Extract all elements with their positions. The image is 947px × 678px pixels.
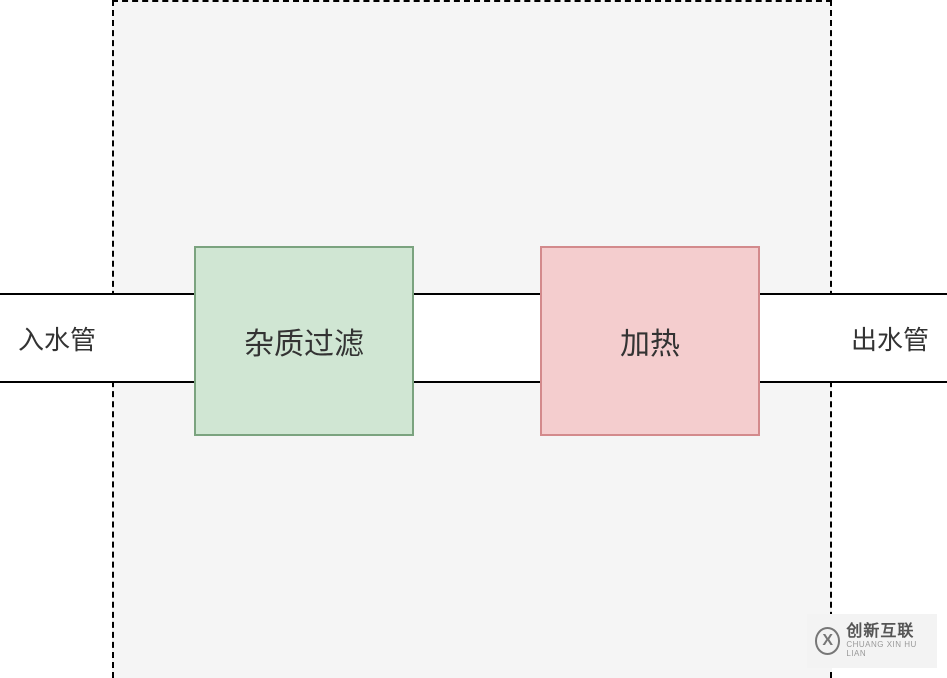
watermark-logo-icon: X (815, 627, 840, 655)
system-container-top-border (112, 0, 832, 2)
filter-stage-label: 杂质过滤 (244, 319, 364, 363)
filter-stage-box: 杂质过滤 (194, 246, 414, 436)
watermark-logo-text: X (822, 632, 833, 650)
outlet-pipe-label: 出水管 (851, 320, 929, 357)
heat-stage-label: 加热 (620, 319, 680, 363)
heat-stage-box: 加热 (540, 246, 760, 436)
mid-pipe (414, 293, 540, 383)
watermark-sub: CHUANG XIN HU LIAN (846, 641, 929, 659)
watermark: X 创新互联 CHUANG XIN HU LIAN (807, 614, 937, 668)
inlet-pipe: 入水管 (0, 293, 194, 383)
watermark-text-block: 创新互联 CHUANG XIN HU LIAN (846, 623, 929, 658)
watermark-main: 创新互联 (846, 623, 929, 641)
outlet-pipe: 出水管 (760, 293, 947, 383)
inlet-pipe-label: 入水管 (18, 320, 96, 357)
